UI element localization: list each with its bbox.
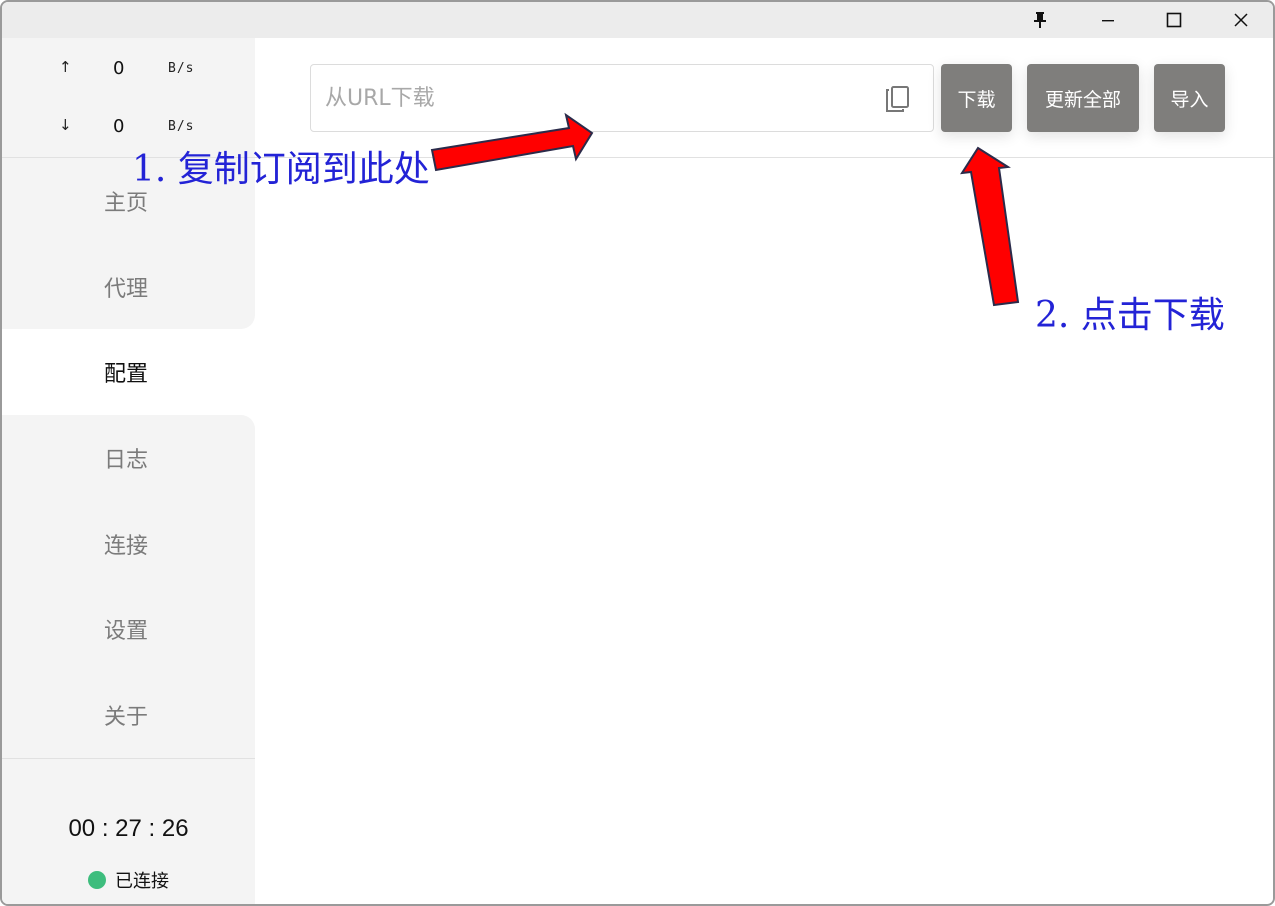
pin-button[interactable] xyxy=(1012,2,1068,38)
sidebar-item-about[interactable]: 关于 xyxy=(2,672,255,758)
status-dot-icon xyxy=(88,871,106,889)
download-arrow-icon: ↓ xyxy=(59,116,72,134)
upload-value: 0 xyxy=(113,58,125,79)
url-input[interactable] xyxy=(325,65,865,131)
maximize-icon xyxy=(1166,12,1182,28)
close-icon xyxy=(1234,13,1248,27)
pin-icon xyxy=(1034,12,1046,28)
sidebar-item-label: 设置 xyxy=(104,619,149,645)
annotation-step2: 2. 点击下载 xyxy=(1035,295,1225,336)
url-input-box xyxy=(310,64,934,132)
connection-status: 已连接 xyxy=(88,867,169,893)
title-bar xyxy=(2,2,1273,38)
sidebar-item-label: 日志 xyxy=(104,447,149,473)
sidebar-item-profiles[interactable]: 配置 xyxy=(2,329,255,416)
upload-unit: B/s xyxy=(168,61,195,76)
upload-speed: ↑ 0 B/s xyxy=(2,58,255,82)
sidebar-item-label: 配置 xyxy=(104,362,149,388)
download-button[interactable]: 下载 xyxy=(941,64,1012,132)
sidebar-nav: 主页 代理 配置 日志 连接 设置 关于 xyxy=(2,158,255,758)
sidebar-item-connections[interactable]: 连接 xyxy=(2,500,255,587)
download-speed: ↓ 0 B/s xyxy=(2,116,255,140)
sidebar-item-settings[interactable]: 设置 xyxy=(2,586,255,673)
close-button[interactable] xyxy=(1213,2,1269,38)
sidebar-item-label: 关于 xyxy=(104,704,149,730)
upload-arrow-icon: ↑ xyxy=(59,58,72,76)
import-button[interactable]: 导入 xyxy=(1154,64,1225,132)
download-value: 0 xyxy=(113,116,125,137)
sidebar-item-logs[interactable]: 日志 xyxy=(2,415,255,501)
sidebar-item-label: 连接 xyxy=(104,533,149,559)
maximize-button[interactable] xyxy=(1146,2,1202,38)
connection-status-panel: 00 : 27 : 26 已连接 xyxy=(2,758,255,904)
paste-icon[interactable] xyxy=(885,85,911,113)
download-unit: B/s xyxy=(168,119,195,134)
annotation-step1: 1. 复制订阅到此处 xyxy=(132,149,430,190)
update-all-button[interactable]: 更新全部 xyxy=(1027,64,1139,132)
sidebar-item-label: 代理 xyxy=(104,276,149,302)
connection-status-label: 已连接 xyxy=(115,871,169,892)
sidebar-item-proxy[interactable]: 代理 xyxy=(2,243,255,330)
minimize-icon xyxy=(1102,20,1114,22)
minimize-button[interactable] xyxy=(1080,2,1136,38)
app-window: ↑ 0 B/s ↓ 0 B/s 主页 代理 配置 日志 连接 设置 关于 00 … xyxy=(0,0,1275,906)
uptime-timer: 00 : 27 : 26 xyxy=(68,815,189,842)
